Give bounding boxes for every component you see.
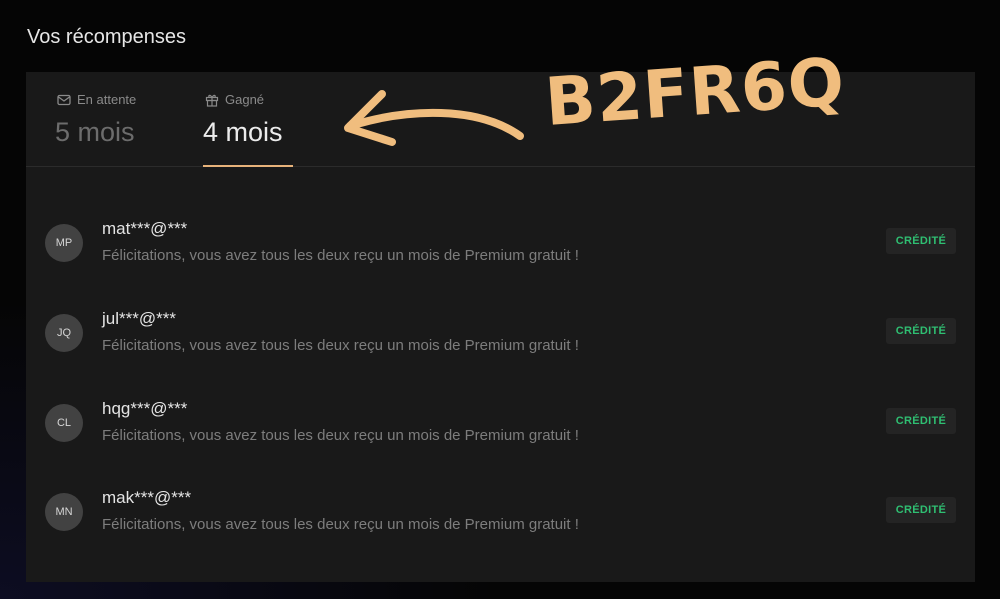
reward-message: Félicitations, vous avez tous les deux r… — [102, 337, 579, 354]
tab-pending-value: 5 mois — [55, 117, 135, 147]
avatar: CL — [45, 404, 83, 442]
reward-message: Félicitations, vous avez tous les deux r… — [102, 427, 579, 444]
reward-message: Félicitations, vous avez tous les deux r… — [102, 516, 579, 533]
mail-icon — [57, 94, 71, 105]
reward-message: Félicitations, vous avez tous les deux r… — [102, 247, 579, 264]
status-badge: CRÉDITÉ — [886, 318, 956, 344]
reward-row: MP mat***@*** Félicitations, vous avez t… — [26, 214, 975, 274]
avatar: MN — [45, 493, 83, 531]
referred-user: mak***@*** — [102, 488, 192, 507]
rewards-panel: En attente 5 mois Gagné 4 mois MP mat***… — [26, 72, 975, 582]
referred-user: jul***@*** — [102, 309, 176, 328]
tab-earned-header: Gagné — [205, 92, 264, 107]
status-badge: CRÉDITÉ — [886, 497, 956, 523]
tab-pending-header: En attente — [57, 92, 136, 107]
page-title: Vos récompenses — [27, 26, 186, 48]
referred-user: hqg***@*** — [102, 399, 188, 418]
arrow-left-icon — [344, 90, 524, 146]
reward-row: CL hqg***@*** Félicitations, vous avez t… — [26, 394, 975, 454]
tab-pending-label: En attente — [77, 92, 137, 107]
tab-earned-label: Gagné — [225, 92, 265, 107]
avatar: JQ — [45, 314, 83, 352]
status-badge: CRÉDITÉ — [886, 408, 956, 434]
reward-row: JQ jul***@*** Félicitations, vous avez t… — [26, 304, 975, 364]
gift-icon — [205, 94, 219, 107]
reward-row: MN mak***@*** Félicitations, vous avez t… — [26, 483, 975, 543]
tab-earned[interactable]: Gagné 4 mois — [203, 72, 293, 167]
tab-earned-value: 4 mois — [203, 117, 283, 147]
avatar: MP — [45, 224, 83, 262]
tab-pending[interactable]: En attente 5 mois — [55, 72, 175, 166]
status-badge: CRÉDITÉ — [886, 228, 956, 254]
referred-user: mat***@*** — [102, 219, 188, 238]
